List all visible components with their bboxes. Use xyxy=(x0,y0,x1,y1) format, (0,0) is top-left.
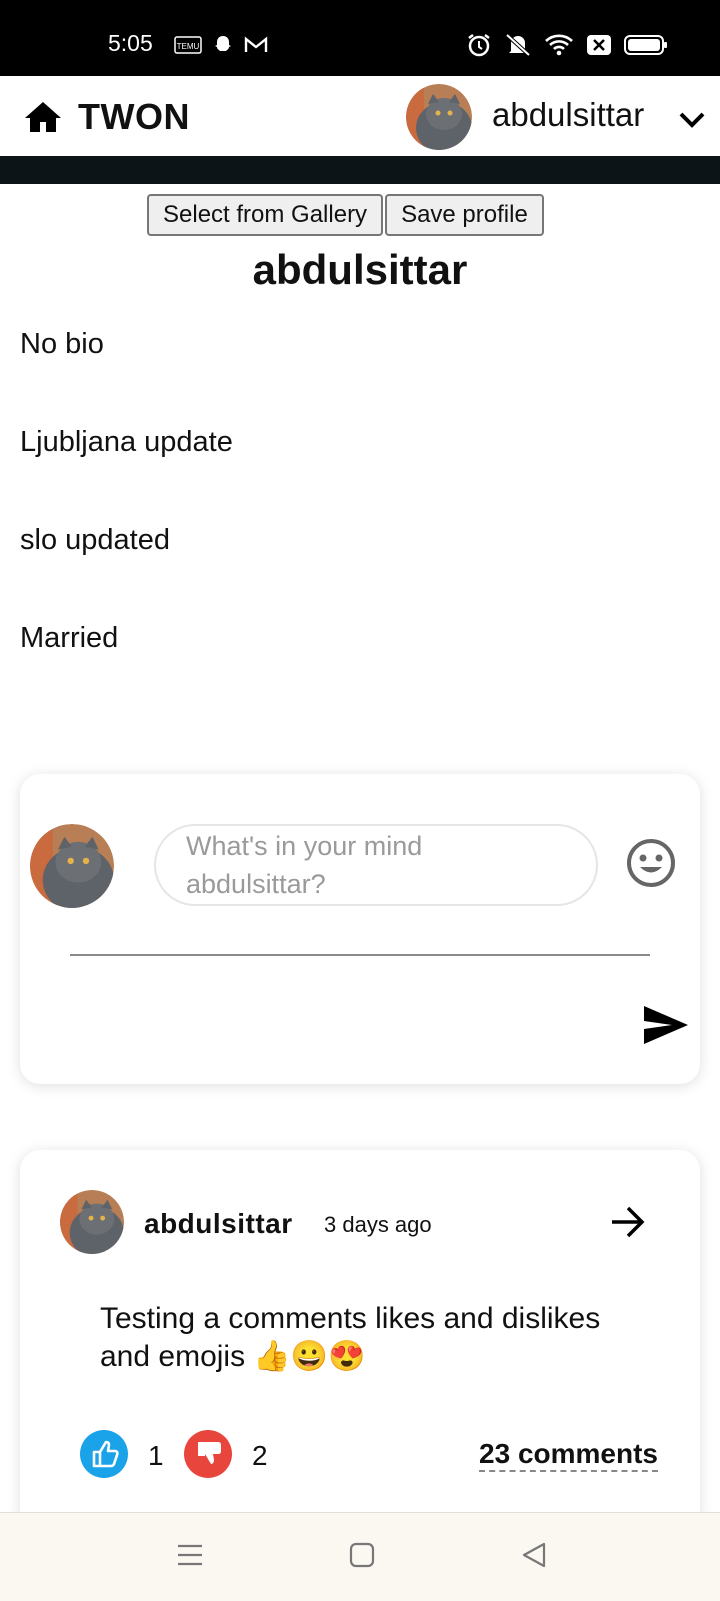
status-bar: 5:05 TEMU xyxy=(0,0,720,76)
send-icon[interactable] xyxy=(642,1004,690,1046)
post-text: Testing a comments likes and dislikes an… xyxy=(100,1302,601,1373)
dislike-count: 2 xyxy=(252,1440,268,1471)
post-author-name[interactable]: abdulsittar xyxy=(144,1208,293,1240)
emoji-icon[interactable] xyxy=(624,836,678,890)
app-bar: TWON abdulsittar xyxy=(0,76,720,156)
post-input[interactable]: What's in your mind abdulsittar? xyxy=(154,824,598,906)
wifi-icon xyxy=(545,34,573,56)
post-timestamp: 3 days ago xyxy=(324,1212,432,1237)
svg-text:TEMU: TEMU xyxy=(177,42,200,51)
composer-avatar xyxy=(30,824,114,908)
menu-icon[interactable] xyxy=(176,1541,204,1569)
profile-country: slo updated xyxy=(20,524,170,556)
dislike-button[interactable] xyxy=(184,1430,232,1478)
chevron-down-icon[interactable] xyxy=(678,110,706,130)
comments-link[interactable]: 23 comments xyxy=(479,1438,658,1472)
snapchat-icon xyxy=(215,36,231,51)
app-brand[interactable]: TWON xyxy=(78,96,190,138)
profile-name: abdulsittar xyxy=(252,246,468,293)
profile-location: Ljubljana update xyxy=(20,426,233,458)
select-from-gallery-button[interactable]: Select from Gallery xyxy=(147,194,384,236)
system-nav-bar xyxy=(0,1512,720,1601)
back-icon[interactable] xyxy=(520,1541,548,1569)
arrow-right-icon[interactable] xyxy=(608,1204,648,1240)
mute-icon xyxy=(505,33,531,57)
battery-icon xyxy=(624,35,667,55)
profile-relationship: Married xyxy=(20,622,119,654)
header-username[interactable]: abdulsittar xyxy=(492,96,644,134)
gmail-icon xyxy=(244,36,268,52)
post-card: abdulsittar 3 days ago Testing a comment… xyxy=(20,1150,700,1530)
home-icon[interactable] xyxy=(24,100,62,134)
post-composer: What's in your mind abdulsittar? xyxy=(20,774,700,1084)
header-divider-bar xyxy=(0,156,720,184)
profile-page: Select from Gallery Save profile abdulsi… xyxy=(0,184,720,1530)
thumbs-down-icon xyxy=(198,1442,221,1464)
user-avatar[interactable] xyxy=(406,84,472,150)
save-profile-button[interactable]: Save profile xyxy=(385,194,544,236)
alarm-icon xyxy=(468,34,490,57)
status-time: 5:05 xyxy=(108,30,153,56)
home-square-icon[interactable] xyxy=(348,1541,376,1569)
like-button[interactable] xyxy=(80,1430,128,1478)
composer-divider xyxy=(70,954,650,956)
post-author-avatar[interactable] xyxy=(60,1190,124,1254)
close-box-icon xyxy=(587,35,611,55)
thumbs-up-icon xyxy=(92,1440,119,1468)
profile-bio: No bio xyxy=(20,328,104,360)
temu-icon: TEMU xyxy=(174,36,202,54)
like-count: 1 xyxy=(148,1440,164,1471)
